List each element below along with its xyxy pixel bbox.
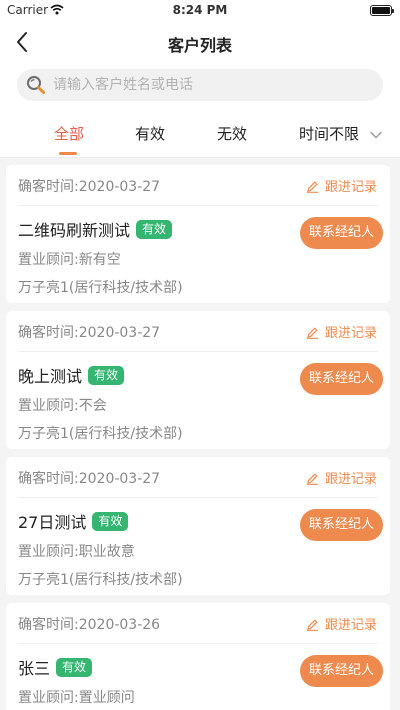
status-badge: 有效	[56, 657, 93, 677]
consultant-label: 置业顾问:不会	[18, 398, 107, 414]
divider	[18, 643, 378, 644]
confirm-date: 确客时间:2020-03-27	[18, 325, 161, 341]
follow-up-record-link[interactable]: 跟进记录	[306, 176, 377, 195]
customer-name: 张三	[18, 659, 51, 678]
consultant-label: 置业顾问:职业故意	[18, 544, 135, 560]
follow-up-record-link[interactable]: 跟进记录	[306, 468, 377, 487]
customer-name-row: 晚上测试 有效	[18, 363, 125, 386]
tab-valid[interactable]: 有效	[135, 123, 165, 144]
agent-company: 万子亮1(居行科技/技术部)	[18, 426, 183, 442]
consultant-label: 置业顾问:新有空	[18, 252, 121, 268]
navigation-bar: 客户列表	[0, 20, 400, 64]
status-badge: 有效	[88, 365, 125, 385]
search-input[interactable]	[53, 69, 373, 101]
battery-icon	[370, 5, 394, 16]
confirm-date: 确客时间:2020-03-26	[18, 617, 161, 633]
status-badge: 有效	[136, 219, 173, 239]
clock: 8:24 PM	[172, 3, 228, 17]
search-icon	[27, 76, 45, 94]
customer-name: 二维码刷新测试	[18, 221, 131, 240]
divider	[18, 497, 378, 498]
customer-card: 确客时间:2020-03-27 跟进记录 27日测试 有效 置业顾问:职业故意 万…	[6, 457, 390, 595]
confirm-date: 确客时间:2020-03-27	[18, 471, 161, 487]
page-title: 客户列表	[167, 36, 232, 55]
customer-name-row: 二维码刷新测试 有效	[18, 217, 173, 240]
customer-name: 27日测试	[18, 513, 87, 532]
customer-name-row: 27日测试 有效	[18, 509, 129, 532]
tab-invalid[interactable]: 无效	[217, 123, 247, 144]
customer-card: 确客时间:2020-03-26 跟进记录 张三 有效 置业顾问:置业顾问 联系经纪…	[6, 603, 390, 710]
customer-card: 确客时间:2020-03-27 跟进记录 二维码刷新测试 有效 置业顾问:新有空 …	[6, 165, 390, 303]
tab-all[interactable]: 全部	[54, 123, 84, 144]
divider	[18, 351, 378, 352]
status-badge: 有效	[92, 511, 129, 531]
divider	[18, 205, 378, 206]
consultant-label: 置业顾问:置业顾问	[18, 690, 135, 706]
agent-company: 万子亮1(居行科技/技术部)	[18, 280, 183, 296]
active-tab-indicator	[59, 152, 77, 155]
status-bar: Carrier 8:24 PM	[0, 0, 400, 20]
agent-company: 万子亮1(居行科技/技术部)	[18, 572, 183, 588]
contact-agent-button[interactable]: 联系经纪人	[300, 363, 383, 395]
follow-up-record-link[interactable]: 跟进记录	[306, 322, 377, 341]
edit-icon	[306, 619, 318, 631]
customer-card: 确客时间:2020-03-27 跟进记录 晚上测试 有效 置业顾问:不会 万子亮1…	[6, 311, 390, 449]
search-section	[0, 64, 400, 110]
tab-time-filter[interactable]: 时间不限	[299, 123, 382, 144]
follow-up-record-link[interactable]: 跟进记录	[306, 614, 377, 633]
edit-icon	[306, 473, 318, 485]
confirm-date: 确客时间:2020-03-27	[18, 179, 161, 195]
edit-icon	[306, 181, 318, 193]
contact-agent-button[interactable]: 联系经纪人	[300, 509, 383, 541]
contact-agent-button[interactable]: 联系经纪人	[300, 217, 383, 249]
customer-name: 晚上测试	[18, 367, 83, 386]
contact-agent-button[interactable]: 联系经纪人	[300, 655, 383, 687]
search-bar[interactable]	[17, 69, 383, 101]
customer-name-row: 张三 有效	[18, 655, 93, 678]
chevron-down-icon	[370, 131, 382, 138]
edit-icon	[306, 327, 318, 339]
filter-tabs: 全部 有效 无效 时间不限	[0, 110, 400, 158]
